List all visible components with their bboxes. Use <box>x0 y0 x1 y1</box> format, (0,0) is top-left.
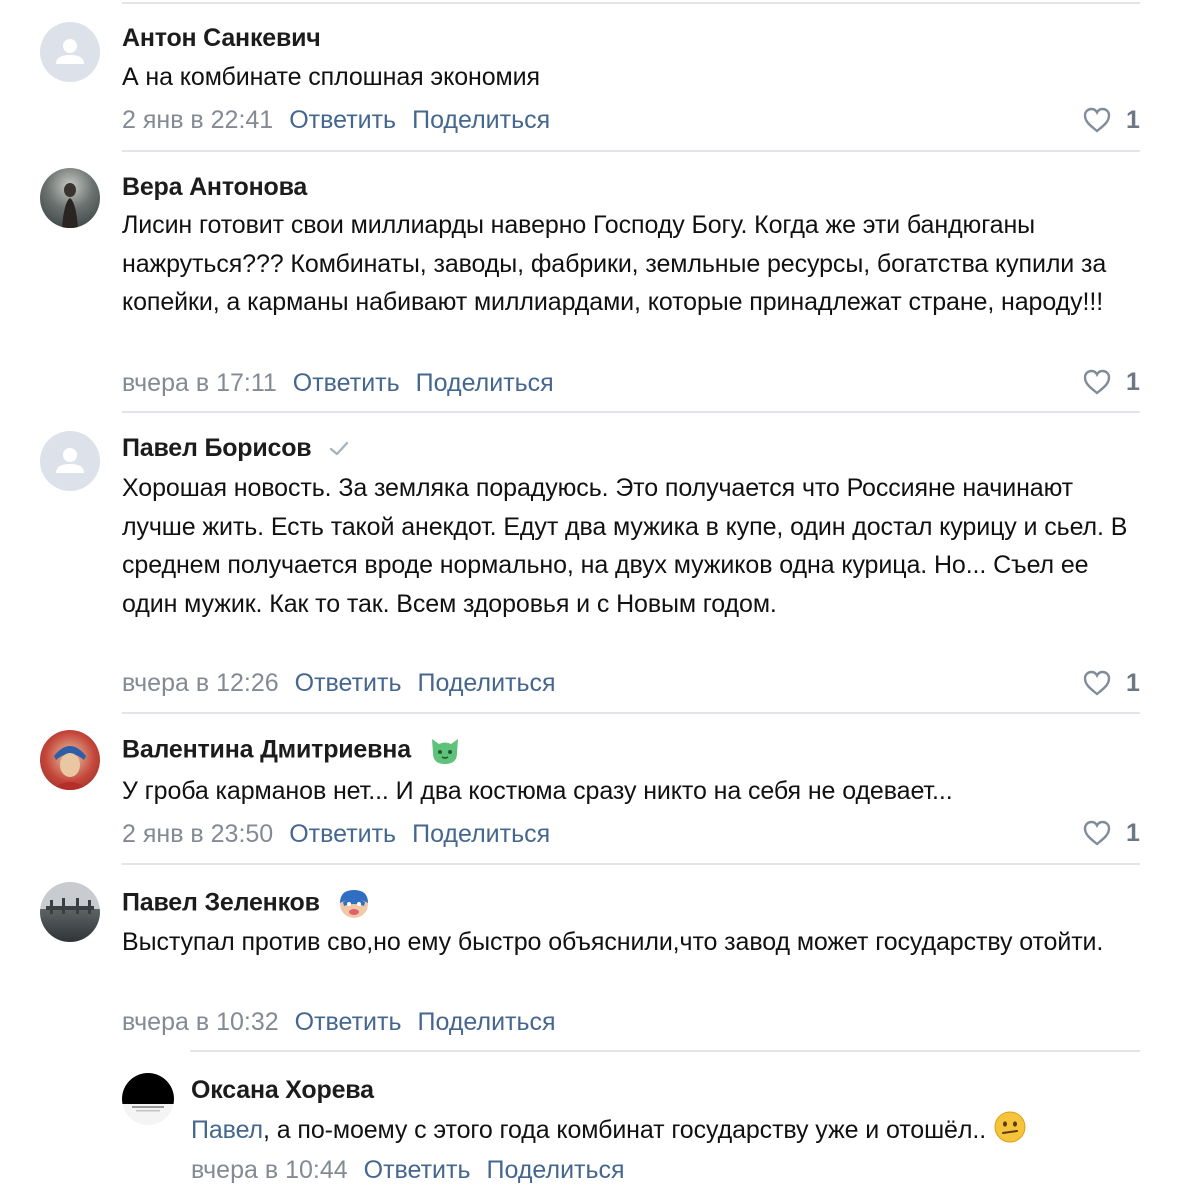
author-name[interactable]: Оксана Хорева <box>191 1076 374 1105</box>
checkmark-icon <box>330 442 349 456</box>
reply-link[interactable]: Ответить <box>289 106 396 134</box>
comment-text: У гроба карманов нет... И два костюма ср… <box>122 777 953 805</box>
mention-link[interactable]: Павел <box>191 1116 263 1144</box>
comment-meta: вчера в 10:32 Ответить Поделиться <box>122 1008 556 1037</box>
comment-divider <box>122 411 1140 413</box>
comment-meta: вчера в 10:44 Ответить Поделиться <box>191 1156 625 1185</box>
avatar[interactable] <box>40 730 100 790</box>
comment-text-row: Павел, а по-моему с этого года комбинат … <box>191 1110 1151 1150</box>
avatar[interactable] <box>40 431 100 491</box>
avatar[interactable] <box>122 1073 174 1125</box>
profile-photo <box>132 1106 164 1112</box>
profile-photo <box>62 183 78 228</box>
avatar[interactable] <box>40 168 100 228</box>
reply-link[interactable]: Ответить <box>295 669 402 697</box>
author-name-row: Павел Зеленков <box>122 887 371 921</box>
share-link[interactable]: Поделиться <box>487 1156 625 1184</box>
reply-link[interactable]: Ответить <box>289 820 396 848</box>
author-name[interactable]: Павел Зеленков <box>122 889 320 917</box>
person-placeholder-icon <box>56 39 84 64</box>
like-count: 1 <box>1126 818 1140 847</box>
share-link[interactable]: Поделиться <box>418 1008 556 1036</box>
like-count: 1 <box>1126 367 1140 396</box>
top-divider <box>122 2 1140 4</box>
comment-time[interactable]: 2 янв в 22:41 <box>122 106 273 134</box>
author-name-row: Валентина Дмитриевна <box>122 735 462 767</box>
comment-text: Хорошая новость. За земляка порадуюсь. Э… <box>122 474 1128 618</box>
like-button[interactable]: 1 <box>1082 367 1140 397</box>
author-name[interactable]: Валентина Дмитриевна <box>122 736 411 764</box>
like-button[interactable]: 1 <box>1082 668 1140 698</box>
comment-text: Выступал против сво,но ему быстро объясн… <box>122 928 1104 956</box>
heart-icon <box>1083 670 1111 696</box>
like-button[interactable]: 1 <box>1082 818 1140 848</box>
comment-divider <box>122 863 1140 865</box>
comment-text: Лисин готовит свои миллиарды наверно Гос… <box>122 211 1107 316</box>
reply-divider <box>190 1050 1140 1052</box>
comment-time[interactable]: 2 янв в 23:50 <box>122 820 273 848</box>
share-link[interactable]: Поделиться <box>412 820 550 848</box>
reply-link[interactable]: Ответить <box>295 1008 402 1036</box>
author-name[interactable]: Вера Антонова <box>122 173 307 202</box>
comment-time[interactable]: вчера в 10:44 <box>191 1156 348 1184</box>
comment-divider <box>122 712 1140 714</box>
person-placeholder-icon <box>56 448 84 473</box>
comment-meta: вчера в 17:11 Ответить Поделиться <box>122 369 554 398</box>
share-link[interactable]: Поделиться <box>416 369 554 397</box>
comment-time[interactable]: вчера в 17:11 <box>122 369 277 397</box>
comment-divider <box>122 150 1140 152</box>
reply-link[interactable]: Ответить <box>293 369 400 397</box>
heart-icon <box>1083 820 1111 846</box>
comment-text: , а по-моему с этого года комбинат госуд… <box>263 1116 987 1144</box>
author-name-row: Павел Борисов <box>122 434 350 463</box>
like-count: 1 <box>1126 105 1140 134</box>
heart-icon <box>1083 107 1111 133</box>
author-name[interactable]: Павел Борисов <box>122 434 312 462</box>
superhero-emoji-icon <box>339 890 368 918</box>
comment-meta: 2 янв в 23:50 Ответить Поделиться <box>122 820 550 849</box>
share-link[interactable]: Поделиться <box>412 106 550 134</box>
confused-face-emoji-icon <box>994 1111 1026 1143</box>
comment-meta: вчера в 12:26 Ответить Поделиться <box>122 669 556 698</box>
heart-icon <box>1083 369 1111 395</box>
like-count: 1 <box>1126 668 1140 697</box>
cat-emoji-icon <box>431 739 458 764</box>
avatar[interactable] <box>40 22 100 82</box>
share-link[interactable]: Поделиться <box>418 669 556 697</box>
comment-time[interactable]: вчера в 12:26 <box>122 669 279 697</box>
comment-meta: 2 янв в 22:41 Ответить Поделиться <box>122 106 550 135</box>
like-button[interactable]: 1 <box>1082 105 1140 135</box>
comment-text: А на комбинате сплошная экономия <box>122 63 540 91</box>
profile-photo <box>46 898 94 914</box>
comment-time[interactable]: вчера в 10:32 <box>122 1008 279 1036</box>
avatar[interactable] <box>40 882 100 942</box>
profile-photo <box>52 746 88 790</box>
author-name[interactable]: Антон Санкевич <box>122 24 321 53</box>
reply-link[interactable]: Ответить <box>364 1156 471 1184</box>
